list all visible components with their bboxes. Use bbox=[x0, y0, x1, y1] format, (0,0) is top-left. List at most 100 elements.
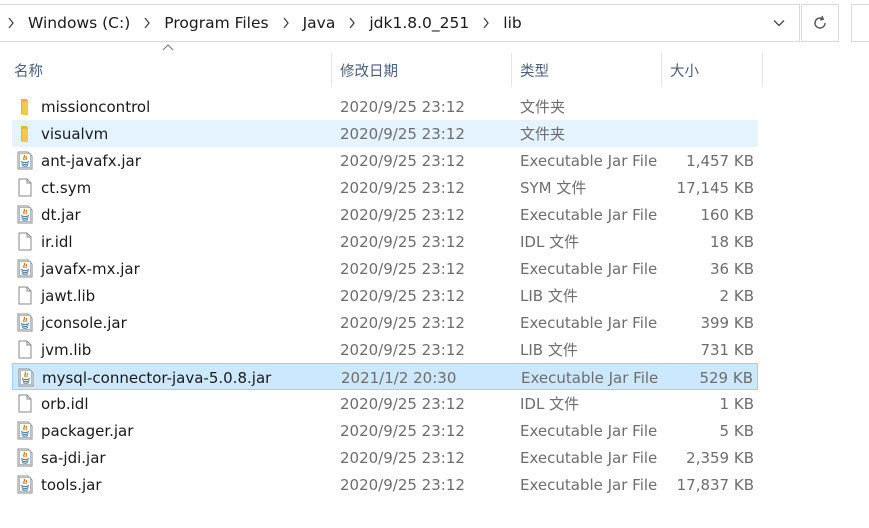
breadcrumb: Windows (C:) Program Files Java jdk1.8.0… bbox=[0, 5, 528, 41]
file-modified-date: 2020/9/25 23:12 bbox=[340, 205, 465, 224]
chevron-right-icon[interactable] bbox=[136, 5, 158, 41]
refresh-button[interactable] bbox=[801, 4, 839, 42]
file-row[interactable]: orb.idl 2020/9/25 23:12 IDL 文件 1 KB bbox=[12, 390, 758, 417]
file-name: dt.jar bbox=[41, 205, 81, 224]
file-row[interactable]: visualvm 2020/9/25 23:12 文件夹 bbox=[12, 120, 758, 147]
file-icon bbox=[16, 394, 34, 413]
file-row[interactable]: packager.jar 2020/9/25 23:12 Executable Ja… bbox=[12, 417, 758, 444]
file-name: ir.idl bbox=[41, 232, 73, 251]
file-row[interactable]: javafx-mx.jar 2020/9/25 23:12 Executable J… bbox=[12, 255, 758, 282]
file-size: 1,457 KB bbox=[686, 151, 754, 170]
file-row[interactable]: ir.idl 2020/9/25 23:12 IDL 文件 18 KB bbox=[12, 228, 758, 255]
file-row[interactable]: missioncontrol 2020/9/25 23:12 文件夹 bbox=[12, 93, 758, 120]
file-row[interactable]: tools.jar 2020/9/25 23:12 Executable Jar F… bbox=[12, 471, 758, 498]
file-type: SYM 文件 bbox=[520, 179, 587, 197]
file-type: IDL 文件 bbox=[520, 233, 580, 251]
file-type: IDL 文件 bbox=[520, 395, 580, 413]
file-modified-date: 2020/9/25 23:12 bbox=[340, 232, 465, 251]
chevron-right-icon[interactable] bbox=[0, 5, 22, 41]
file-type: Executable Jar File bbox=[521, 368, 659, 387]
file-row[interactable]: sa-jdi.jar 2020/9/25 23:12 Executable Jar … bbox=[12, 444, 758, 471]
java-jar-icon bbox=[16, 151, 34, 170]
file-modified-date: 2020/9/25 23:12 bbox=[340, 124, 465, 143]
breadcrumb-item-jdk[interactable]: jdk1.8.0_251 bbox=[363, 14, 475, 32]
breadcrumb-item-lib[interactable]: lib bbox=[497, 14, 527, 32]
sort-ascending-icon bbox=[162, 44, 174, 51]
column-header-type-label: 类型 bbox=[520, 63, 549, 80]
file-name: mysql-connector-java-5.0.8.jar bbox=[42, 368, 272, 387]
file-type: 文件夹 bbox=[520, 125, 566, 143]
file-size: 17,145 KB bbox=[676, 178, 754, 197]
file-name: javafx-mx.jar bbox=[41, 259, 140, 278]
column-divider[interactable] bbox=[661, 53, 662, 87]
java-jar-icon bbox=[16, 313, 34, 332]
file-size: 5 KB bbox=[719, 421, 754, 440]
chevron-right-icon[interactable] bbox=[275, 5, 297, 41]
file-size: 160 KB bbox=[700, 205, 754, 224]
column-divider[interactable] bbox=[331, 53, 332, 87]
file-modified-date: 2020/9/25 23:12 bbox=[340, 448, 465, 467]
file-name: sa-jdi.jar bbox=[41, 448, 106, 467]
file-name: ant-javafx.jar bbox=[41, 151, 141, 170]
file-row[interactable]: jawt.lib 2020/9/25 23:12 LIB 文件 2 KB bbox=[12, 282, 758, 309]
file-modified-date: 2020/9/25 23:12 bbox=[340, 178, 465, 197]
column-header-date[interactable]: 修改日期 bbox=[340, 53, 510, 87]
chevron-right-icon[interactable] bbox=[341, 5, 363, 41]
column-divider[interactable] bbox=[762, 53, 763, 87]
file-size: 17,837 KB bbox=[676, 475, 754, 494]
file-name: packager.jar bbox=[41, 421, 134, 440]
column-header-row: 名称 修改日期 类型 大小 bbox=[0, 53, 869, 87]
java-jar-icon bbox=[17, 368, 35, 387]
file-modified-date: 2020/9/25 23:12 bbox=[340, 394, 465, 413]
column-header-name-label: 名称 bbox=[14, 63, 43, 80]
file-row[interactable]: jvm.lib 2020/9/25 23:12 LIB 文件 731 KB bbox=[12, 336, 758, 363]
file-name: jconsole.jar bbox=[41, 313, 127, 332]
breadcrumb-item-java[interactable]: Java bbox=[297, 14, 342, 32]
file-size: 2,359 KB bbox=[686, 448, 754, 467]
java-jar-icon bbox=[16, 205, 34, 224]
address-bar[interactable]: Windows (C:) Program Files Java jdk1.8.0… bbox=[0, 4, 800, 42]
column-divider[interactable] bbox=[511, 53, 512, 87]
chevron-right-icon[interactable] bbox=[475, 5, 497, 41]
file-name: ct.sym bbox=[41, 178, 92, 197]
breadcrumb-item-program-files[interactable]: Program Files bbox=[158, 14, 274, 32]
file-size: 18 KB bbox=[710, 232, 754, 251]
file-type: LIB 文件 bbox=[520, 341, 578, 359]
column-header-type[interactable]: 类型 bbox=[520, 53, 660, 87]
column-header-size[interactable]: 大小 bbox=[670, 53, 760, 87]
file-modified-date: 2020/9/25 23:12 bbox=[340, 259, 465, 278]
file-size: 1 KB bbox=[719, 394, 754, 413]
file-size: 399 KB bbox=[700, 313, 754, 332]
file-name: visualvm bbox=[41, 124, 109, 143]
file-row[interactable]: jconsole.jar 2020/9/25 23:12 Executable Ja… bbox=[12, 309, 758, 336]
file-icon bbox=[16, 340, 34, 359]
chevron-down-icon bbox=[773, 20, 785, 27]
address-history-dropdown[interactable] bbox=[759, 5, 799, 41]
file-modified-date: 2020/9/25 23:12 bbox=[340, 313, 465, 332]
column-header-date-label: 修改日期 bbox=[340, 63, 398, 80]
column-header-size-label: 大小 bbox=[670, 63, 699, 80]
file-type: Executable Jar File bbox=[520, 151, 658, 170]
file-modified-date: 2020/9/25 23:12 bbox=[340, 421, 465, 440]
file-modified-date: 2020/9/25 23:12 bbox=[340, 286, 465, 305]
search-input[interactable] bbox=[851, 4, 869, 42]
column-header-name[interactable]: 名称 bbox=[14, 53, 330, 87]
java-jar-icon bbox=[16, 259, 34, 278]
file-size: 529 KB bbox=[699, 368, 753, 387]
file-type: Executable Jar File bbox=[520, 205, 658, 224]
file-type: Executable Jar File bbox=[520, 259, 658, 278]
file-row[interactable]: ct.sym 2020/9/25 23:12 SYM 文件 17,145 KB bbox=[12, 174, 758, 201]
java-jar-icon bbox=[16, 475, 34, 494]
breadcrumb-item-drive[interactable]: Windows (C:) bbox=[22, 14, 136, 32]
file-row[interactable]: dt.jar 2020/9/25 23:12 Executable Jar File… bbox=[12, 201, 758, 228]
java-jar-icon bbox=[16, 421, 34, 440]
file-name: orb.idl bbox=[41, 394, 89, 413]
file-row[interactable]: mysql-connector-java-5.0.8.jar 2021/1/2 2… bbox=[12, 363, 758, 390]
file-type: Executable Jar File bbox=[520, 475, 658, 494]
refresh-icon bbox=[814, 15, 826, 29]
file-modified-date: 2020/9/25 23:12 bbox=[340, 97, 465, 116]
file-row[interactable]: ant-javafx.jar 2020/9/25 23:12 Executable … bbox=[12, 147, 758, 174]
file-type: 文件夹 bbox=[520, 98, 566, 116]
file-icon bbox=[16, 178, 34, 197]
file-icon bbox=[16, 286, 34, 305]
